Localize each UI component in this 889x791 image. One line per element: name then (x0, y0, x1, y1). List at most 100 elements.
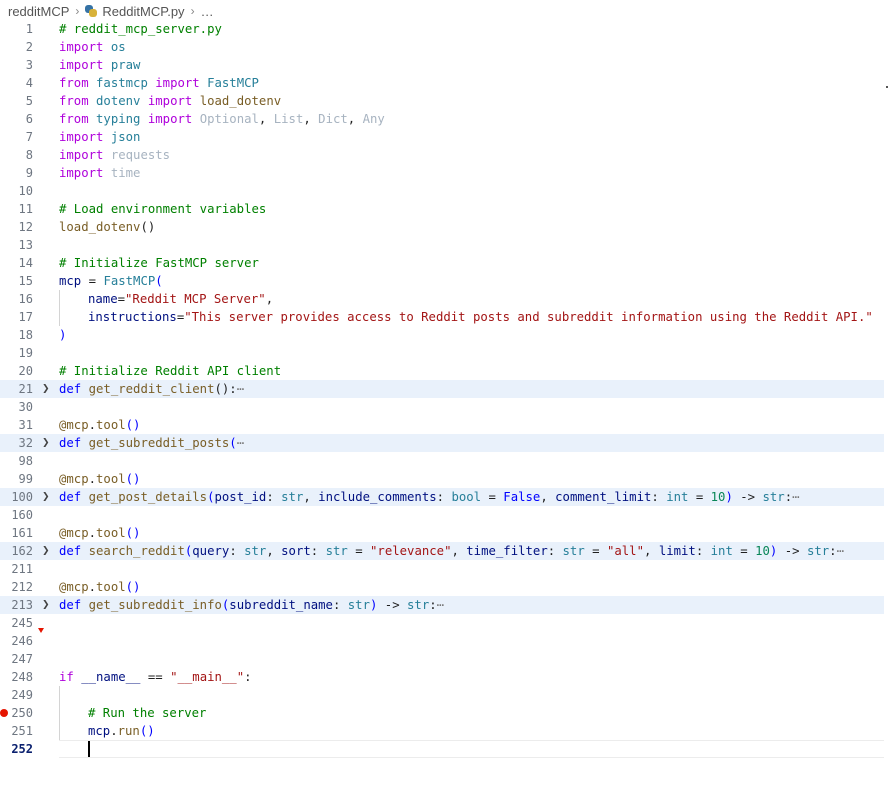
code-token: def (59, 382, 82, 396)
code-line[interactable]: 21 ❯ def get_reddit_client():⋯ (0, 380, 884, 398)
code-text: @mcp.tool() (59, 470, 140, 488)
code-token: == (140, 670, 171, 684)
fold-chevron-right-icon[interactable]: ❯ (42, 434, 54, 452)
code-line[interactable]: 3 import praw (0, 56, 889, 74)
line-number: 17 (18, 310, 33, 324)
code-token: def (59, 598, 82, 612)
code-token: run (117, 724, 140, 738)
code-line[interactable]: 14 # Initialize FastMCP server (0, 254, 889, 272)
code-text: name="Reddit MCP Server", (59, 290, 273, 308)
code-token: Dict (318, 112, 348, 126)
code-line[interactable]: 6 from typing import Optional, List, Dict… (0, 110, 889, 128)
code-line[interactable]: 249 (0, 686, 889, 704)
fold-chevron-right-icon[interactable]: ❯ (42, 380, 54, 398)
code-text: mcp = FastMCP( (59, 272, 163, 290)
text-cursor (88, 740, 90, 758)
chevron-right-icon: › (75, 4, 80, 18)
code-line[interactable]: 99 @mcp.tool() (0, 470, 889, 488)
code-token: Optional (199, 112, 259, 126)
line-number: 245 (11, 616, 33, 630)
fold-chevron-right-icon[interactable]: ❯ (42, 488, 54, 506)
code-line[interactable]: 98 (0, 452, 889, 470)
code-line[interactable]: 4 from fastmcp import FastMCP (0, 74, 889, 92)
code-line[interactable]: 252 (0, 740, 889, 758)
code-text: from typing import Optional, List, Dict,… (59, 110, 385, 128)
breadcrumb-folder[interactable]: redditMCP (8, 4, 69, 19)
code-line[interactable]: 2 import os (0, 38, 889, 56)
code-line[interactable]: 100 ❯ def get_post_details(post_id: str, i… (0, 488, 884, 506)
code-line[interactable]: 16 name="Reddit MCP Server", (0, 290, 889, 308)
code-line[interactable]: 1 # reddit_mcp_server.py (0, 20, 889, 38)
code-line[interactable]: 211 (0, 560, 889, 578)
code-token: ⋯ (792, 490, 800, 504)
indent-guide (59, 290, 88, 308)
fold-chevron-right-icon[interactable]: ❯ (42, 596, 54, 614)
code-text: def get_post_details(post_id: str, inclu… (59, 488, 800, 506)
code-line[interactable]: 20 # Initialize Reddit API client (0, 362, 889, 380)
code-line[interactable]: 250 # Run the server (0, 704, 889, 722)
code-text: def search_reddit(query: str, sort: str … (59, 542, 844, 560)
code-line[interactable]: 18) (0, 326, 889, 344)
code-token: import (59, 148, 104, 162)
code-token: # Initialize Reddit API client (59, 364, 282, 378)
code-line[interactable]: 247 (0, 650, 889, 668)
code-token: import (147, 94, 193, 108)
code-text: def get_reddit_client():⋯ (59, 380, 244, 398)
code-token: , (540, 490, 556, 504)
code-token: str (325, 544, 348, 558)
line-number: 161 (11, 526, 33, 540)
code-token: str (806, 544, 830, 558)
indent-guide (59, 722, 88, 740)
code-token: = (481, 490, 504, 504)
code-line[interactable]: 17 instructions="This server provides acc… (0, 308, 889, 326)
code-line[interactable]: 5 from dotenv import load_dotenv (0, 92, 889, 110)
code-line[interactable]: 32 ❯ def get_subreddit_posts(⋯ (0, 434, 884, 452)
code-line[interactable]: 213 ❯ def get_subreddit_info(subreddit_nam… (0, 596, 884, 614)
code-line[interactable]: 31 @mcp.tool() (0, 416, 889, 434)
code-token: requests (110, 148, 171, 162)
breadcrumb-symbols[interactable]: … (201, 4, 214, 19)
code-line[interactable]: 160 (0, 506, 889, 524)
code-line[interactable]: 13 (0, 236, 889, 254)
code-line[interactable]: 9 import time (0, 164, 889, 182)
fold-chevron-right-icon[interactable]: ❯ (42, 542, 54, 560)
code-line[interactable]: 212 @mcp.tool() (0, 578, 889, 596)
code-token: import (59, 130, 104, 144)
code-token: : (244, 670, 252, 684)
code-line[interactable]: 11 # Load environment variables (0, 200, 889, 218)
code-line[interactable]: 162 ❯ def search_reddit(query: str, sort: … (0, 542, 884, 560)
code-token: import (59, 58, 104, 72)
code-line[interactable]: 7 import json (0, 128, 889, 146)
breadcrumb-file[interactable]: RedditMCP.py (102, 4, 184, 19)
code-token: search_reddit (88, 544, 185, 558)
code-token: , (258, 112, 274, 126)
line-number: 12 (18, 220, 33, 234)
code-token: 10 (755, 544, 770, 558)
code-token: False (503, 490, 541, 504)
line-number: 32 (18, 436, 33, 450)
code-editor[interactable]: 1 # reddit_mcp_server.py 2 import os 3 import… (0, 20, 889, 758)
code-line[interactable]: 161 @mcp.tool() (0, 524, 889, 542)
code-token: = (347, 544, 371, 558)
code-line[interactable]: 10 (0, 182, 889, 200)
code-line[interactable]: 12 load_dotenv() (0, 218, 889, 236)
scrollbar-marker[interactable] (886, 86, 888, 88)
code-line[interactable]: 19 (0, 344, 889, 362)
code-line[interactable]: 245 (0, 614, 889, 632)
code-token: str (562, 544, 585, 558)
line-number: 100 (11, 490, 33, 504)
code-line[interactable]: 15 mcp = FastMCP( (0, 272, 889, 290)
code-token: "Reddit MCP Server" (125, 292, 266, 306)
code-token: "__main__" (170, 670, 245, 684)
code-line[interactable]: 246 (0, 632, 889, 650)
code-token: ( (229, 436, 237, 450)
code-line[interactable]: 30 (0, 398, 889, 416)
code-line[interactable]: 248 if __name__ == "__main__": (0, 668, 889, 686)
code-text: import time (59, 164, 140, 182)
code-token: , (303, 112, 319, 126)
code-token: () (140, 220, 156, 234)
code-line[interactable]: 8 import requests (0, 146, 889, 164)
code-line[interactable]: 251 mcp.run() (0, 722, 889, 740)
